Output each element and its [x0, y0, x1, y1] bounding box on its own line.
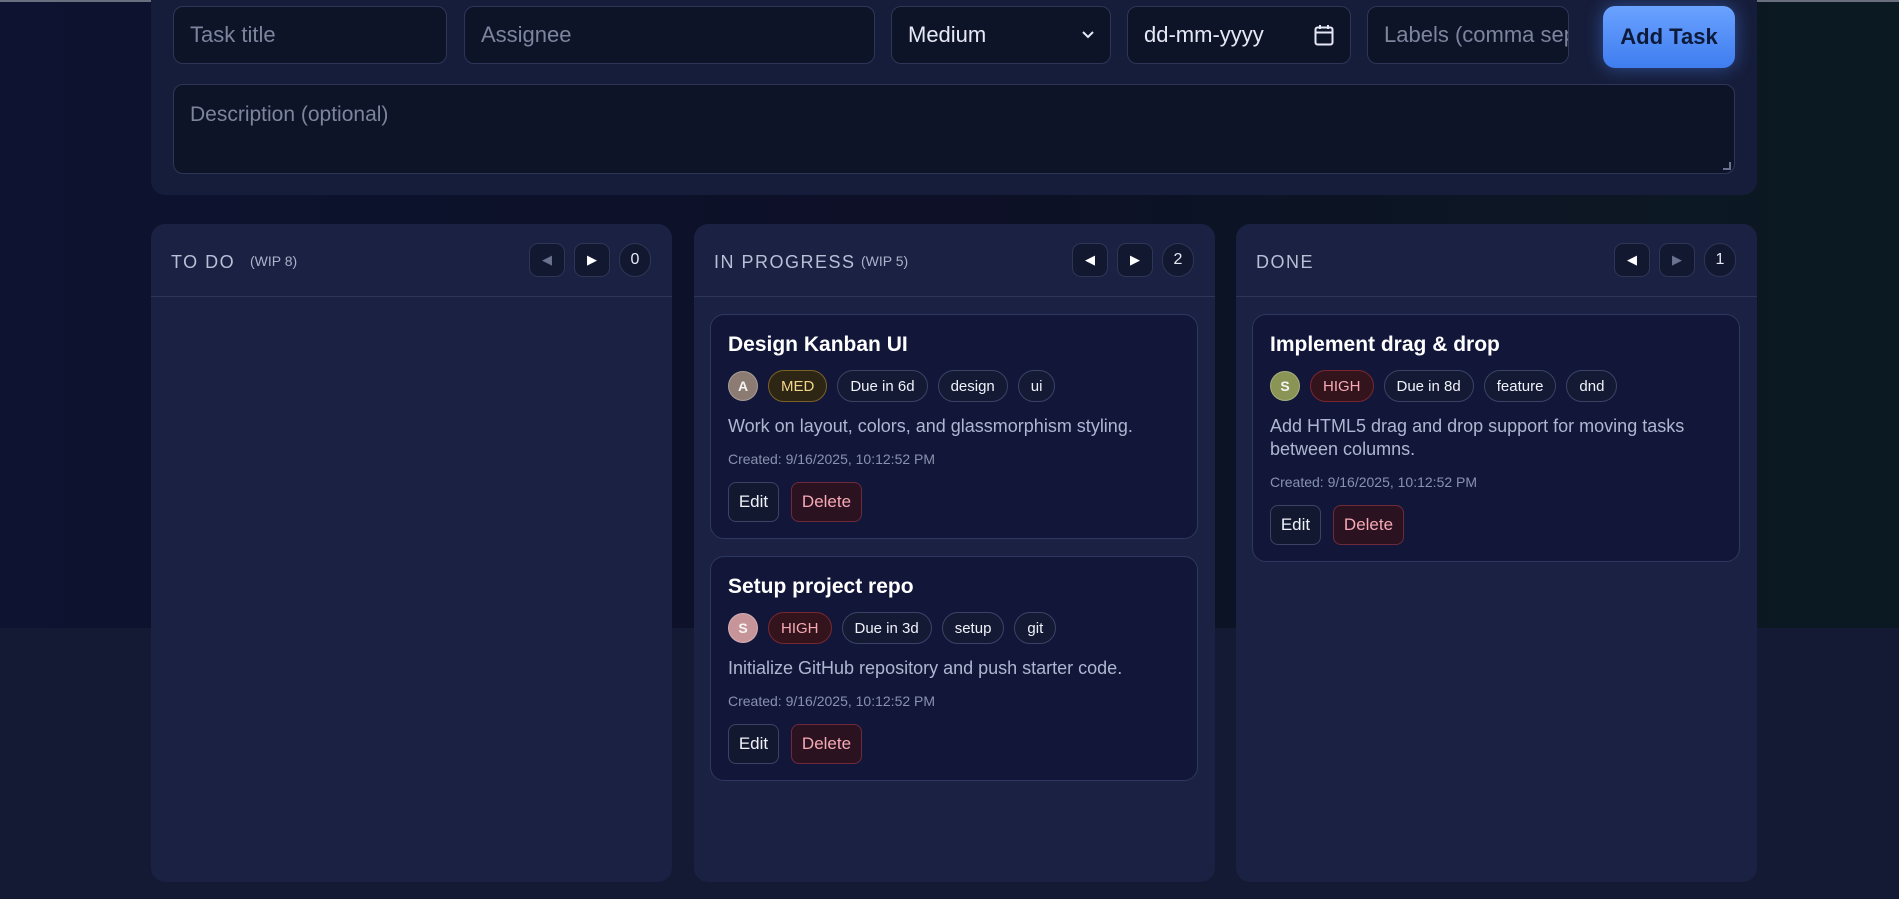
avatar: S — [728, 613, 758, 643]
task-meta: A MED Due in 6d design ui — [728, 370, 1056, 402]
add-task-form: Task title Assignee Medium dd-mm-yyyy La… — [151, 0, 1757, 195]
column-count-badge: 1 — [1704, 243, 1736, 277]
task-description: Work on layout, colors, and glassmorphis… — [728, 416, 1133, 436]
column-wip-limit: (WIP 5) — [861, 253, 909, 269]
task-title-input[interactable]: Task title — [173, 6, 447, 64]
calendar-icon[interactable] — [1314, 24, 1334, 46]
due-date-input[interactable]: dd-mm-yyyy — [1127, 6, 1351, 64]
add-task-button[interactable]: Add Task — [1603, 6, 1735, 68]
delete-button[interactable]: Delete — [791, 482, 862, 522]
priority-select-value: Medium — [908, 22, 987, 47]
column-count-badge: 0 — [619, 243, 651, 277]
description-placeholder: Description (optional) — [190, 103, 389, 126]
task-created: Created: 9/16/2025, 10:12:52 PM — [1270, 474, 1478, 490]
label-chip: feature — [1483, 370, 1557, 402]
task-created: Created: 9/16/2025, 10:12:52 PM — [728, 693, 936, 709]
column-count-badge: 2 — [1162, 243, 1194, 277]
task-title: Implement drag & drop — [1270, 333, 1500, 356]
column-done: DONE ◀ ▶ 1 Implement drag & drop S HIGH … — [1236, 224, 1757, 882]
label-chip: design — [937, 370, 1008, 402]
task-card[interactable]: Implement drag & drop S HIGH Due in 8d f… — [1252, 314, 1740, 562]
avatar: S — [1270, 371, 1300, 401]
triangle-right-icon: ▶ — [1672, 252, 1682, 267]
assignee-input[interactable]: Assignee — [464, 6, 875, 64]
edit-button[interactable]: Edit — [1270, 505, 1321, 545]
labels-input[interactable]: Labels (comma separated) — [1367, 6, 1569, 64]
task-description: Add HTML5 drag and drop support for movi… — [1270, 416, 1685, 459]
edit-button[interactable]: Edit — [728, 482, 779, 522]
column-wip-limit: (WIP 8) — [250, 253, 298, 269]
column-title: DONE — [1256, 252, 1315, 272]
move-left-button[interactable]: ◀ — [529, 243, 565, 277]
column-title: IN PROGRESS — [714, 252, 856, 272]
priority-badge: HIGH — [1310, 370, 1374, 402]
label-chip: dnd — [1566, 370, 1618, 402]
avatar: A — [728, 371, 758, 401]
column-todo: TO DO (WIP 8) ◀ ▶ 0 — [151, 224, 672, 882]
move-right-button[interactable]: ▶ — [574, 243, 610, 277]
triangle-left-icon: ◀ — [542, 252, 552, 267]
task-meta: S HIGH Due in 3d setup git — [728, 612, 1057, 644]
resize-handle-icon[interactable] — [1723, 162, 1731, 170]
edit-button[interactable]: Edit — [728, 724, 779, 764]
triangle-right-icon: ▶ — [587, 252, 597, 267]
move-right-button[interactable]: ▶ — [1659, 243, 1695, 277]
due-badge: Due in 8d — [1383, 370, 1474, 402]
column-header: DONE ◀ ▶ 1 — [1236, 224, 1757, 297]
task-created: Created: 9/16/2025, 10:12:52 PM — [728, 451, 936, 467]
column-header: IN PROGRESS (WIP 5) ◀ ▶ 2 — [694, 224, 1215, 297]
column-title: TO DO — [171, 252, 236, 272]
column-header: TO DO (WIP 8) ◀ ▶ 0 — [151, 224, 672, 297]
move-left-button[interactable]: ◀ — [1072, 243, 1108, 277]
priority-badge: HIGH — [768, 612, 832, 644]
column-in-progress: IN PROGRESS (WIP 5) ◀ ▶ 2 Design Kanban … — [694, 224, 1215, 882]
label-chip: git — [1014, 612, 1057, 644]
triangle-right-icon: ▶ — [1130, 252, 1140, 267]
triangle-left-icon: ◀ — [1085, 252, 1095, 267]
description-textarea[interactable]: Description (optional) — [173, 84, 1735, 174]
move-right-button[interactable]: ▶ — [1117, 243, 1153, 277]
label-chip: setup — [941, 612, 1005, 644]
due-badge: Due in 6d — [837, 370, 928, 402]
chevron-down-icon — [1082, 31, 1094, 39]
task-meta: S HIGH Due in 8d feature dnd — [1270, 370, 1618, 402]
task-card[interactable]: Setup project repo S HIGH Due in 3d setu… — [710, 556, 1198, 781]
task-description: Initialize GitHub repository and push st… — [728, 658, 1123, 678]
label-chip: ui — [1017, 370, 1056, 402]
move-left-button[interactable]: ◀ — [1614, 243, 1650, 277]
triangle-left-icon: ◀ — [1627, 252, 1637, 267]
task-card[interactable]: Design Kanban UI A MED Due in 6d design … — [710, 314, 1198, 539]
priority-select[interactable]: Medium — [891, 6, 1111, 64]
priority-badge: MED — [768, 370, 828, 402]
due-badge: Due in 3d — [841, 612, 932, 644]
delete-button[interactable]: Delete — [791, 724, 862, 764]
delete-button[interactable]: Delete — [1333, 505, 1404, 545]
task-title: Setup project repo — [728, 575, 914, 598]
task-title: Design Kanban UI — [728, 333, 908, 356]
due-date-placeholder: dd-mm-yyyy — [1144, 22, 1264, 47]
